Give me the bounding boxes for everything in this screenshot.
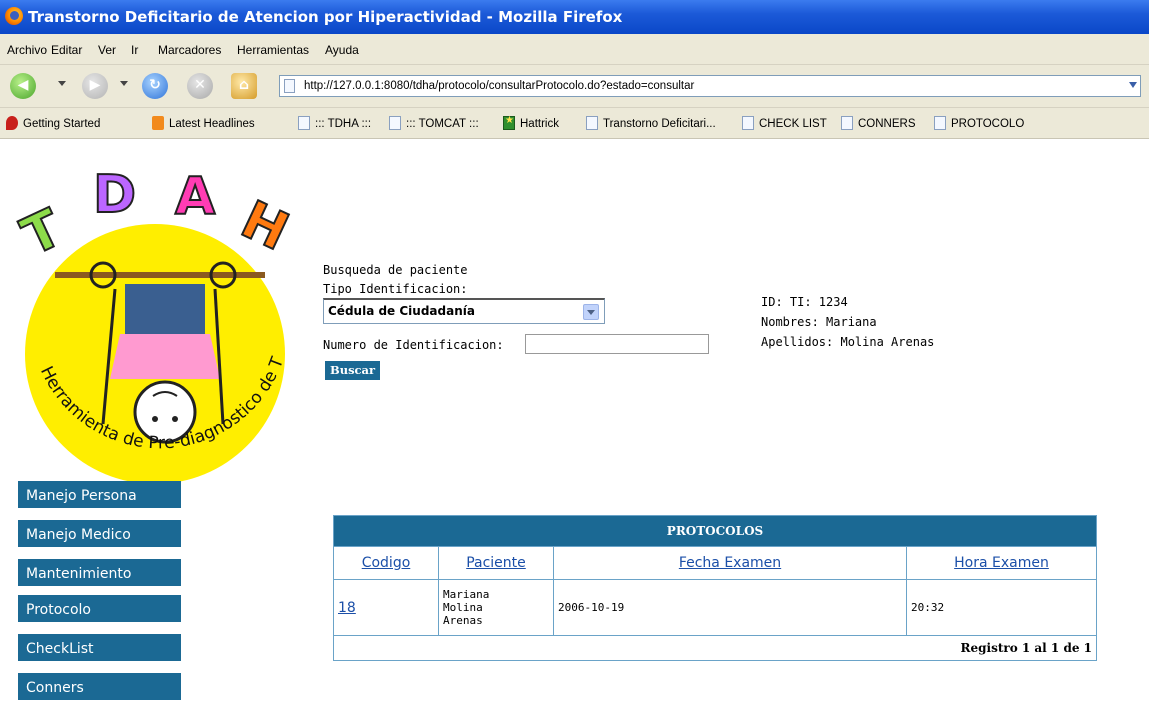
table-row: 18 Mariana Molina Arenas 2006-10-19 20:3…: [333, 579, 1097, 636]
buscar-button[interactable]: Buscar: [325, 361, 381, 380]
home-button[interactable]: ⌂: [231, 73, 257, 99]
home-icon: ⌂: [238, 77, 250, 93]
tipo-identificacion-label: Tipo Identificacion:: [323, 282, 468, 296]
codigo-link[interactable]: 18: [333, 579, 439, 636]
column-header-codigo[interactable]: Codigo: [333, 546, 439, 580]
hattrick-icon: [503, 115, 515, 130]
forward-arrow-icon: ▶: [89, 77, 101, 93]
window-title-bar: Transtorno Deficitario de Atencion por H…: [0, 0, 1149, 34]
menu-ir[interactable]: Ir: [131, 43, 138, 57]
column-header-fecha-examen[interactable]: Fecha Examen: [553, 546, 907, 580]
protocolos-table: PROTOCOLOS Codigo Paciente Fecha Examen …: [333, 515, 1097, 661]
paciente-cell: Mariana Molina Arenas: [438, 579, 554, 636]
url-text[interactable]: http://127.0.0.1:8080/tdha/protocolo/con…: [304, 80, 694, 92]
sidebar-item-manejo-medico[interactable]: Manejo Medico: [18, 520, 181, 550]
page-content: T D A H Herramienta de Pre-diagnostico d…: [0, 139, 1149, 703]
bookmark-conners[interactable]: CONNERS: [841, 116, 916, 130]
page-icon: [298, 116, 310, 130]
table-header-row: Codigo Paciente Fecha Examen Hora Examen: [333, 546, 1097, 580]
sidebar-item-protocolo[interactable]: Protocolo: [18, 595, 181, 625]
numero-identificacion-input[interactable]: [525, 334, 709, 354]
window-title: Transtorno Deficitario de Atencion por H…: [28, 8, 623, 26]
forward-button[interactable]: ▶: [82, 73, 108, 99]
reload-icon: ↻: [149, 77, 161, 93]
menu-ayuda[interactable]: Ayuda: [325, 43, 359, 57]
forward-dropdown-icon[interactable]: [120, 81, 128, 86]
sidebar-item-conners[interactable]: Conners: [18, 673, 181, 703]
address-bar[interactable]: http://127.0.0.1:8080/tdha/protocolo/con…: [279, 75, 1141, 97]
column-header-paciente[interactable]: Paciente: [438, 546, 554, 580]
bookmark-transtorno[interactable]: Transtorno Deficitari...: [586, 116, 716, 130]
page-icon: [742, 116, 754, 130]
tipo-identificacion-select[interactable]: Cédula de Ciudadanía: [323, 298, 605, 324]
bookmark-getting-started[interactable]: Getting Started: [6, 116, 100, 130]
page-icon: [934, 116, 946, 130]
patient-info: ID: TI: 1234 Nombres: Mariana Apellidos:…: [761, 292, 934, 352]
patient-nombres: Nombres: Mariana: [761, 315, 877, 329]
table-title: PROTOCOLOS: [333, 515, 1097, 547]
bookmark-tomcat[interactable]: ::: TOMCAT :::: [389, 116, 479, 130]
menu-herramientas[interactable]: Herramientas: [237, 43, 309, 57]
search-heading: Busqueda de paciente: [323, 263, 468, 277]
logo-letter-t: T: [15, 198, 71, 268]
page-icon: [284, 79, 295, 93]
page-icon: [586, 116, 598, 130]
bookmark-check-list[interactable]: CHECK LIST: [742, 116, 827, 130]
paciente-apellido2: Arenas: [443, 614, 483, 627]
sidebar-item-mantenimiento[interactable]: Mantenimiento: [18, 559, 181, 589]
logo-letter-d: D: [93, 165, 136, 225]
menu-archivo[interactable]: Archivo: [7, 43, 47, 57]
stop-icon: ✕: [194, 77, 206, 93]
sidebar-item-manejo-persona[interactable]: Manejo Persona: [18, 481, 181, 511]
menu-bar: Archivo Editar Ver Ir Marcadores Herrami…: [0, 34, 1149, 65]
bookmark-latest-headlines[interactable]: Latest Headlines: [152, 116, 255, 130]
logo-letter-a: A: [175, 167, 215, 227]
page-icon: [389, 116, 401, 130]
bookmarks-toolbar: Getting Started Latest Headlines ::: TDH…: [0, 108, 1149, 139]
menu-ver[interactable]: Ver: [98, 43, 116, 57]
back-dropdown-icon[interactable]: [58, 81, 66, 86]
navigation-toolbar: ◀ ▶ ↻ ✕ ⌂ http://127.0.0.1:8080/tdha/pro…: [0, 65, 1149, 108]
fecha-examen-cell: 2006-10-19: [553, 579, 907, 636]
menu-marcadores[interactable]: Marcadores: [158, 43, 221, 57]
registro-count: Registro 1 al 1 de 1: [333, 635, 1097, 661]
url-dropdown-icon[interactable]: [1129, 82, 1137, 88]
back-button[interactable]: ◀: [10, 73, 36, 99]
bookmark-tdha[interactable]: ::: TDHA :::: [298, 116, 371, 130]
back-arrow-icon: ◀: [17, 77, 29, 93]
logo-skirt: [110, 334, 220, 379]
bookmark-protocolo[interactable]: PROTOCOLO: [934, 116, 1024, 130]
patient-id: ID: TI: 1234: [761, 295, 848, 309]
reload-button[interactable]: ↻: [142, 73, 168, 99]
tdah-logo: T D A H Herramienta de Pre-diagnostico d…: [15, 164, 298, 484]
table-footer-row: Registro 1 al 1 de 1: [333, 635, 1097, 661]
red-bookmark-icon: [6, 116, 18, 130]
hora-examen-cell: 20:32: [906, 579, 1097, 636]
logo-shirt: [125, 284, 205, 334]
patient-apellidos: Apellidos: Molina Arenas: [761, 335, 935, 349]
paciente-apellido1: Molina: [443, 601, 483, 614]
tipo-identificacion-value: Cédula de Ciudadanía: [328, 304, 475, 318]
sidebar-item-checklist[interactable]: CheckList: [18, 634, 181, 664]
stop-button[interactable]: ✕: [187, 73, 213, 99]
bookmark-hattrick[interactable]: Hattrick: [503, 115, 559, 130]
menu-editar[interactable]: Editar: [51, 43, 82, 57]
firefox-icon: [5, 7, 23, 25]
chevron-down-icon[interactable]: [583, 304, 599, 320]
numero-identificacion-label: Numero de Identificacion:: [323, 338, 504, 352]
rss-icon: [152, 116, 164, 130]
paciente-nombre: Mariana: [443, 588, 490, 601]
logo-letter-h: H: [232, 190, 297, 263]
column-header-hora-examen[interactable]: Hora Examen: [906, 546, 1097, 580]
page-icon: [841, 116, 853, 130]
